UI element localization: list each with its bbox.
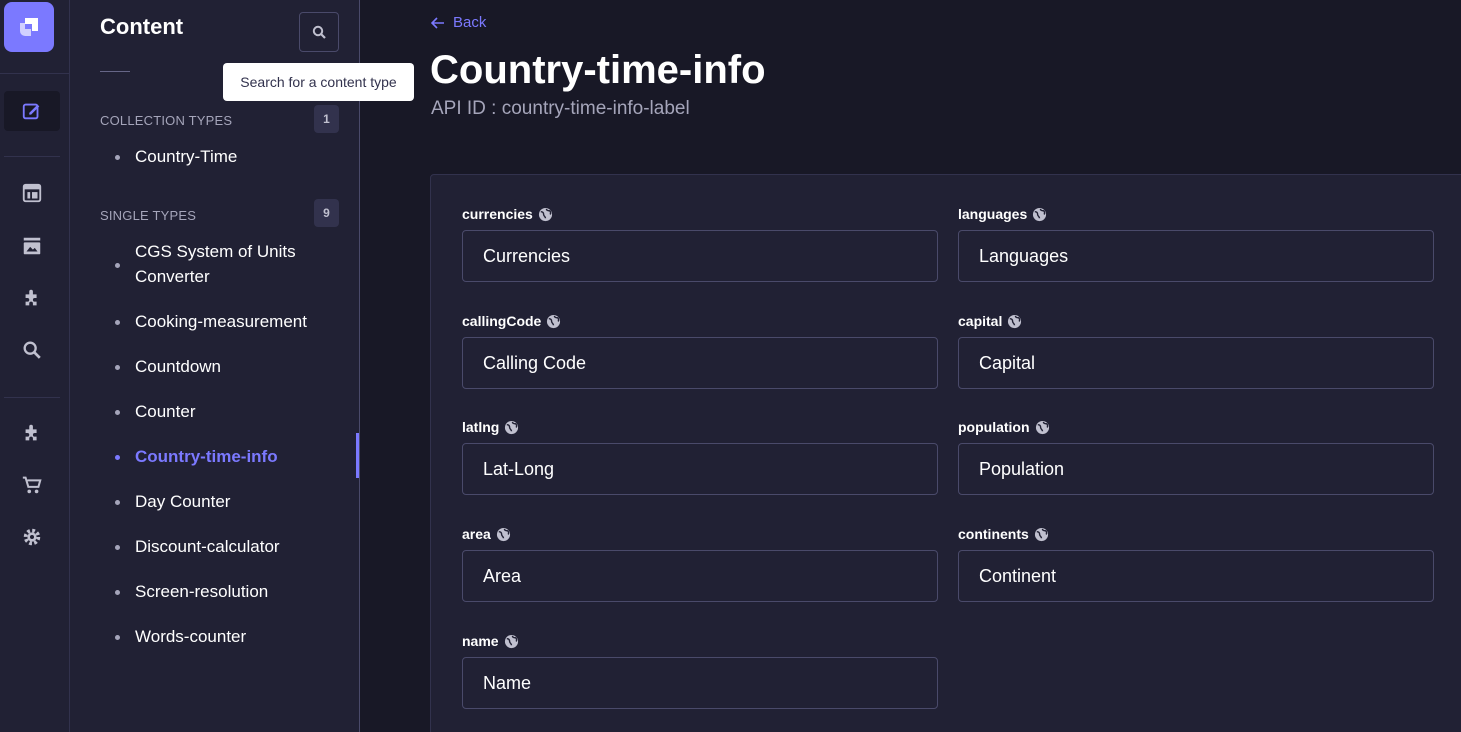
plugin-icon[interactable] bbox=[4, 278, 60, 318]
rail-divider bbox=[0, 73, 69, 74]
rail-divider bbox=[4, 156, 60, 157]
search-icon bbox=[312, 25, 326, 39]
search-content-type-button[interactable] bbox=[299, 12, 339, 52]
capital-input[interactable]: Capital bbox=[958, 337, 1434, 389]
collection-types-label: COLLECTION TYPES bbox=[100, 113, 233, 128]
globe-icon bbox=[496, 527, 510, 541]
search-icon[interactable] bbox=[4, 330, 60, 370]
back-label: Back bbox=[453, 14, 487, 31]
settings-gear-icon[interactable] bbox=[4, 517, 60, 557]
api-id: API ID : country-time-info-label bbox=[431, 98, 690, 119]
main-nav-rail bbox=[0, 0, 70, 732]
field-label-area: area bbox=[462, 526, 511, 542]
media-library-icon[interactable] bbox=[4, 226, 60, 266]
arrow-left-icon bbox=[431, 16, 444, 29]
sidebar-item-countdown[interactable]: Countdown bbox=[115, 354, 345, 379]
sidebar-item-cgs-converter[interactable]: CGS System of Units Converter bbox=[115, 239, 345, 289]
field-label-latlng: latlng bbox=[462, 419, 519, 435]
calling-code-input[interactable]: Calling Code bbox=[462, 337, 938, 389]
field-label-population: population bbox=[958, 419, 1050, 435]
field-label-callingcode: callingCode bbox=[462, 313, 561, 329]
back-link[interactable]: Back bbox=[431, 14, 486, 31]
single-types-count-badge: 9 bbox=[314, 199, 339, 227]
sidebar-item-words-counter[interactable]: Words-counter bbox=[115, 624, 345, 649]
sidebar-item-country-time-info[interactable]: Country-time-info bbox=[115, 444, 345, 469]
field-label-languages: languages bbox=[958, 206, 1047, 222]
sidebar-item-screen-resolution[interactable]: Screen-resolution bbox=[115, 579, 345, 604]
globe-icon bbox=[538, 207, 552, 221]
page-title: Country-time-info bbox=[430, 48, 766, 92]
field-label-name: name bbox=[462, 633, 519, 649]
field-label-currencies: currencies bbox=[462, 206, 553, 222]
sidebar-item-cooking-measurement[interactable]: Cooking-measurement bbox=[115, 309, 345, 334]
languages-input[interactable]: Languages bbox=[958, 230, 1434, 282]
sidebar-title: Content bbox=[100, 14, 184, 39]
layout-icon[interactable] bbox=[4, 173, 60, 213]
globe-icon bbox=[504, 634, 518, 648]
currencies-input[interactable]: Currencies bbox=[462, 230, 938, 282]
globe-icon bbox=[1035, 420, 1049, 434]
globe-icon bbox=[1008, 314, 1022, 328]
globe-icon bbox=[1033, 207, 1047, 221]
field-label-capital: capital bbox=[958, 313, 1022, 329]
logo-icon[interactable] bbox=[4, 2, 54, 52]
search-tooltip: Search for a content type bbox=[223, 63, 414, 101]
collection-types-count-badge: 1 bbox=[314, 105, 339, 133]
content-manager-icon[interactable] bbox=[4, 91, 60, 131]
globe-icon bbox=[1034, 527, 1048, 541]
content-sidebar: Content COLLECTION TYPES 1 Country-Time … bbox=[70, 0, 360, 732]
continents-input[interactable]: Continent bbox=[958, 550, 1434, 602]
globe-icon bbox=[505, 420, 519, 434]
sidebar-item-counter[interactable]: Counter bbox=[115, 399, 345, 424]
area-input[interactable]: Area bbox=[462, 550, 938, 602]
single-types-label: SINGLE TYPES bbox=[100, 208, 197, 223]
sidebar-divider bbox=[100, 71, 130, 72]
marketplace-cart-icon[interactable] bbox=[4, 465, 60, 505]
name-input[interactable]: Name bbox=[462, 657, 938, 709]
sidebar-item-day-counter[interactable]: Day Counter bbox=[115, 489, 345, 514]
field-label-continents: continents bbox=[958, 526, 1049, 542]
sidebar-item-discount-calculator[interactable]: Discount-calculator bbox=[115, 534, 345, 559]
population-input[interactable]: Population bbox=[958, 443, 1434, 495]
rail-divider bbox=[4, 397, 60, 398]
latlng-input[interactable]: Lat-Long bbox=[462, 443, 938, 495]
puzzle-icon[interactable] bbox=[4, 413, 60, 453]
globe-icon bbox=[547, 314, 561, 328]
sidebar-item-country-time[interactable]: Country-Time bbox=[115, 144, 345, 169]
active-item-indicator bbox=[356, 433, 359, 478]
